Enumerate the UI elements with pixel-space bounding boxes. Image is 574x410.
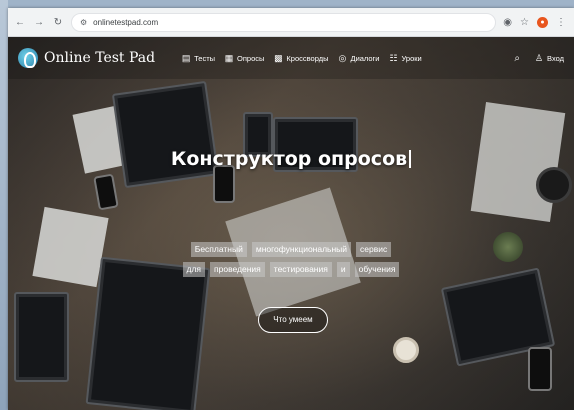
- nav-item-tests[interactable]: ▤ Тесты: [181, 53, 215, 64]
- subtitle-word: сервис: [356, 242, 392, 257]
- toolbar-right-icons: ◉ ☆ ● ⋮: [503, 16, 568, 28]
- site-info-icon[interactable]: ⚙: [80, 18, 87, 27]
- cup-decor: [393, 337, 419, 363]
- dialog-icon: ◎: [338, 52, 347, 63]
- nav-item-crosswords[interactable]: ▩ Кроссворды: [273, 53, 328, 64]
- nav-item-lessons[interactable]: ☷ Уроки: [388, 53, 421, 64]
- laptop-decor: [111, 80, 220, 189]
- nav-right: ⌕ ♙ Вход: [514, 53, 564, 64]
- phone-decor: [93, 173, 119, 211]
- test-icon: ▤: [181, 52, 191, 63]
- back-icon[interactable]: ←: [14, 17, 26, 28]
- mug-decor: [536, 167, 572, 203]
- phone-decor: [213, 165, 235, 203]
- url-text: onlinetestpad.com: [93, 17, 159, 27]
- nav-item-polls[interactable]: ▦ Опросы: [224, 52, 265, 64]
- site-navbar: Online Test Pad ▤ Тесты ▦ Опросы ▩ Кросс…: [8, 37, 574, 79]
- forward-icon[interactable]: →: [33, 17, 45, 28]
- nav-item-label: Диалоги: [350, 53, 380, 63]
- hero-subtitle-line-2: для проведения тестирования и обучения: [8, 262, 574, 277]
- browser-window: ← → ↻ ⚙ onlinetestpad.com ◉ ☆ ● ⋮ Online…: [8, 8, 574, 410]
- nav-item-label: Опросы: [237, 53, 265, 63]
- subtitle-word: и: [336, 262, 350, 277]
- menu-dots-icon[interactable]: ⋮: [556, 17, 566, 28]
- subtitle-word: Бесплатный: [190, 242, 247, 257]
- nav-menu: ▤ Тесты ▦ Опросы ▩ Кроссворды ◎ Диалоги …: [181, 53, 422, 64]
- user-icon: ♙: [534, 52, 544, 63]
- nav-item-dialogs[interactable]: ◎ Диалоги: [337, 52, 380, 64]
- subtitle-word: проведения: [210, 262, 265, 277]
- address-bar[interactable]: ⚙ onlinetestpad.com: [71, 12, 497, 32]
- hero-section: Online Test Pad ▤ Тесты ▦ Опросы ▩ Кросс…: [8, 37, 574, 410]
- extension-icon[interactable]: ●: [537, 16, 548, 28]
- logo-icon: [18, 48, 38, 68]
- phone-decor: [528, 347, 552, 391]
- poll-icon: ▦: [224, 52, 234, 63]
- login-button[interactable]: ♙ Вход: [534, 53, 564, 64]
- reload-icon[interactable]: ↻: [52, 17, 64, 28]
- hero-subtitle-line-1: Бесплатный многофункциональный сервис: [8, 242, 574, 257]
- eye-off-icon[interactable]: ◉: [503, 17, 512, 28]
- hero-title-text: Конструктор опросов: [170, 148, 408, 170]
- nav-item-label: Кроссворды: [286, 53, 329, 63]
- crossword-icon: ▩: [274, 52, 283, 63]
- star-icon[interactable]: ☆: [520, 17, 529, 28]
- what-we-can-button[interactable]: Что умеем: [258, 307, 328, 333]
- tablet-decor: [14, 292, 69, 382]
- laptop-decor: [85, 256, 211, 410]
- site-logo[interactable]: Online Test Pad: [18, 48, 155, 68]
- nav-item-label: Уроки: [401, 53, 422, 63]
- login-label: Вход: [547, 53, 564, 63]
- subtitle-word: многофункциональный: [251, 242, 352, 257]
- left-edge-strip: [0, 0, 8, 410]
- lesson-icon: ☷: [389, 52, 398, 63]
- nav-item-label: Тесты: [194, 53, 216, 63]
- subtitle-word: тестирования: [269, 262, 332, 277]
- hero-title: Конструктор опросов: [8, 148, 574, 170]
- subtitle-word: для: [182, 262, 206, 277]
- subtitle-word: обучения: [354, 262, 400, 277]
- search-icon[interactable]: ⌕: [514, 53, 520, 64]
- logo-text: Online Test Pad: [44, 50, 156, 66]
- typing-cursor: [409, 150, 412, 168]
- browser-toolbar: ← → ↻ ⚙ onlinetestpad.com ◉ ☆ ● ⋮: [8, 8, 574, 37]
